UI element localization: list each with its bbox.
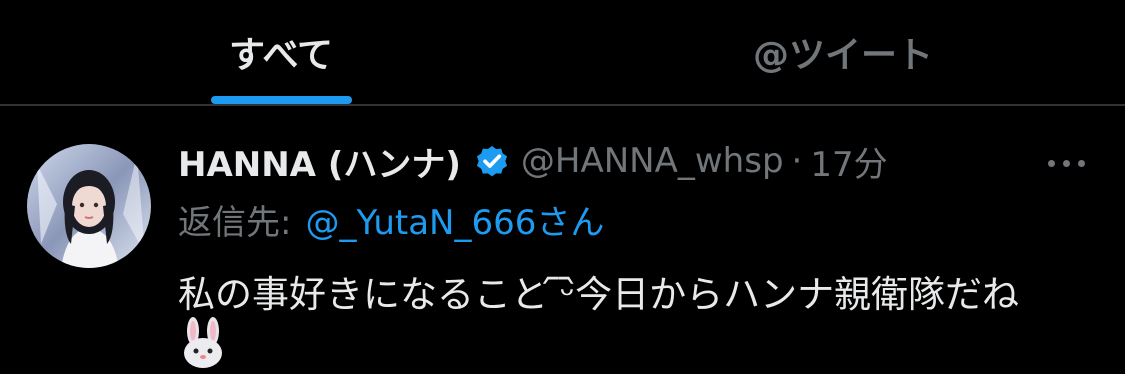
tweet-header: HANNA (ハンナ) @HANNA_whsp · 17分: [178, 137, 888, 186]
rabbit-face-icon: [184, 317, 222, 368]
reply-context: 返信先: @_YutaN_666さん: [178, 194, 604, 244]
author-handle[interactable]: @HANNA_whsp: [521, 141, 784, 181]
tab-all[interactable]: すべて: [150, 0, 412, 104]
more-dot: [1063, 159, 1070, 167]
separator-dot: ·: [791, 141, 803, 181]
active-tab-indicator: [211, 96, 352, 104]
tab-tweets[interactable]: @ツイート: [562, 0, 1124, 104]
more-options-icon[interactable]: [1048, 154, 1094, 172]
tweet-time[interactable]: 17分: [810, 137, 887, 186]
more-dot: [1078, 159, 1085, 167]
reply-label: 返信先:: [178, 202, 292, 243]
author-name[interactable]: HANNA (ハンナ): [178, 137, 461, 186]
verified-badge-icon: [476, 145, 507, 177]
more-dot: [1048, 159, 1055, 167]
avatar[interactable]: [27, 144, 151, 268]
tweet-text: 私の事好きになること ᷇ᵕ᷆今日からハンナ親衛隊だね: [178, 273, 1020, 316]
reply-target-link[interactable]: @_YutaN_666さん: [305, 195, 604, 244]
tab-bar: すべて @ツイート: [0, 0, 1125, 106]
